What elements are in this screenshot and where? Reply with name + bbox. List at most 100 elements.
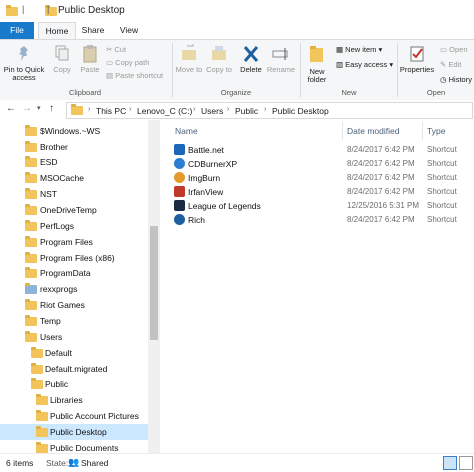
nav-item[interactable]: PerfLogs (0, 218, 148, 234)
nav-item[interactable]: ProgramData (0, 265, 148, 281)
file-row[interactable]: CDBurnerXP 8/24/2017 6:42 PM Shortcut (166, 157, 474, 171)
new-folder-button[interactable]: New folder (302, 44, 332, 84)
tab-view[interactable]: View (114, 22, 144, 39)
navigation-pane: $Windows.~WS Brother ESD MSOCache NST On… (0, 120, 160, 453)
nav-item-label: MSOCache (40, 173, 84, 183)
breadcrumb-public-desktop[interactable]: Public Desktop (272, 106, 329, 116)
shared-users-icon: 👥 (68, 457, 80, 467)
shared-state: Shared (81, 458, 109, 468)
column-divider[interactable] (342, 122, 343, 140)
folder-icon (25, 315, 37, 326)
breadcrumb-drive[interactable]: Lenovo_C (C:) (137, 106, 192, 116)
up-arrow-icon[interactable]: ↑ (49, 103, 54, 114)
file-row[interactable]: ImgBurn 8/24/2017 6:42 PM Shortcut (166, 171, 474, 185)
rename-label: Rename (266, 65, 296, 74)
nav-item[interactable]: Public Documents (0, 440, 148, 453)
breadcrumb-this-pc[interactable]: This PC (96, 106, 126, 116)
column-header-name[interactable]: Name (175, 126, 198, 136)
folder-icon (25, 172, 37, 183)
column-header-type[interactable]: Type (427, 126, 445, 136)
breadcrumb-users[interactable]: Users (201, 106, 223, 116)
edit-button[interactable]: ✎ Edit (440, 59, 461, 69)
nav-item[interactable]: Default.migrated (0, 361, 148, 377)
tab-file[interactable]: File (0, 22, 34, 39)
nav-scrollbar-thumb[interactable] (150, 226, 158, 340)
file-name: League of Legends (188, 201, 261, 211)
properties-button[interactable]: Properties (398, 44, 436, 74)
easy-access-label: Easy access (345, 60, 388, 69)
file-type: Shortcut (427, 145, 457, 154)
nav-item[interactable]: Libraries (0, 392, 148, 408)
recent-locations-chevron-icon[interactable]: ▾ (37, 104, 41, 112)
pin-to-quick-access-button[interactable]: Pin to Quick access (2, 44, 46, 82)
folder-icon (25, 252, 37, 263)
nav-item[interactable]: Temp (0, 313, 148, 329)
file-row[interactable]: IrfanView 8/24/2017 6:42 PM Shortcut (166, 185, 474, 199)
file-date: 8/24/2017 6:42 PM (347, 215, 415, 224)
breadcrumb-chevron-icon[interactable]: › (193, 106, 195, 113)
dropdown-arrow-icon: ▾ (376, 45, 383, 54)
history-label: History (448, 75, 472, 84)
copy-button[interactable]: Copy (48, 44, 76, 74)
nav-item[interactable]: $Windows.~WS (0, 123, 148, 139)
file-row[interactable]: Battle.net 8/24/2017 6:42 PM Shortcut (166, 143, 474, 157)
copy-path-button[interactable]: ▭ Copy path (106, 57, 149, 67)
nav-item[interactable]: MSOCache (0, 170, 148, 186)
column-header-date[interactable]: Date modified (347, 126, 399, 136)
move-to-button[interactable]: Move to (174, 44, 204, 74)
breadcrumb-public[interactable]: Public (235, 106, 258, 116)
paste-shortcut-button[interactable]: ▤ Paste shortcut (106, 70, 163, 80)
nav-item[interactable]: Default (0, 345, 148, 361)
nav-item[interactable]: Users (0, 329, 148, 345)
tab-share[interactable]: Share (78, 22, 108, 39)
details-view-icon[interactable] (443, 456, 457, 470)
cut-button[interactable]: ✂ Cut (106, 44, 126, 54)
nav-item[interactable]: NST (0, 186, 148, 202)
new-item-button[interactable]: ▦ New item ▾ (336, 44, 382, 54)
nav-item[interactable]: Public Account Pictures (0, 408, 148, 424)
copy-to-icon (212, 46, 226, 60)
nav-item[interactable]: OneDriveTemp (0, 202, 148, 218)
cut-label: Cut (114, 45, 127, 54)
copy-to-button[interactable]: Copy to (204, 44, 234, 74)
forward-arrow-icon[interactable]: → (22, 103, 32, 114)
open-button[interactable]: ▭ Open (440, 44, 468, 54)
nav-item[interactable]: Riot Games (0, 297, 148, 313)
paste-button[interactable]: Paste (76, 44, 104, 74)
nav-item[interactable]: Program Files (0, 234, 148, 250)
rename-button[interactable]: Rename (266, 44, 296, 74)
column-divider[interactable] (422, 122, 423, 140)
breadcrumb-chevron-icon[interactable]: › (129, 106, 131, 113)
large-icons-view-icon[interactable] (459, 456, 473, 470)
copy-path-icon: ▭ (106, 58, 116, 67)
nav-item-label: Program Files (40, 237, 93, 247)
nav-item[interactable]: Brother (0, 139, 148, 155)
clipboard-icon (83, 45, 97, 63)
dropdown-arrow-icon: ▾ (387, 60, 394, 69)
file-row[interactable]: Rich 8/24/2017 6:42 PM Shortcut (166, 213, 474, 227)
nav-item-label: Public Documents (50, 443, 119, 453)
file-row[interactable]: League of Legends 12/25/2016 5:31 PM Sho… (166, 199, 474, 213)
delete-button[interactable]: Delete (236, 44, 266, 74)
status-bar: 6 items State: 👥 Shared (0, 453, 474, 472)
tab-home[interactable]: Home (38, 22, 76, 39)
breadcrumb-chevron-icon[interactable]: › (227, 106, 229, 113)
easy-access-button[interactable]: ▧ Easy access ▾ (336, 59, 393, 69)
breadcrumb-chevron-icon[interactable]: › (88, 106, 90, 113)
nav-item[interactable]: Public (0, 376, 148, 392)
file-type: Shortcut (427, 215, 457, 224)
file-name: IrfanView (188, 187, 224, 197)
breadcrumb-chevron-icon[interactable]: › (264, 106, 266, 113)
nav-item-label: OneDriveTemp (40, 205, 97, 215)
back-arrow-icon[interactable]: ← (6, 103, 16, 114)
address-bar[interactable]: › This PC › Lenovo_C (C:) › Users › Publ… (66, 102, 473, 119)
group-separator (172, 43, 173, 97)
file-type: Shortcut (427, 201, 457, 210)
nav-item[interactable]: ESD (0, 154, 148, 170)
nav-item[interactable]: Program Files (x86) (0, 250, 148, 266)
history-button[interactable]: ◷ History (440, 74, 472, 84)
folder-icon (25, 141, 37, 152)
nav-item-selected[interactable]: Public Desktop (0, 424, 148, 440)
ribbon: Pin to Quick access Copy Paste ✂ Cut ▭ C… (0, 39, 474, 101)
nav-item[interactable]: rexxprogs (0, 281, 148, 297)
